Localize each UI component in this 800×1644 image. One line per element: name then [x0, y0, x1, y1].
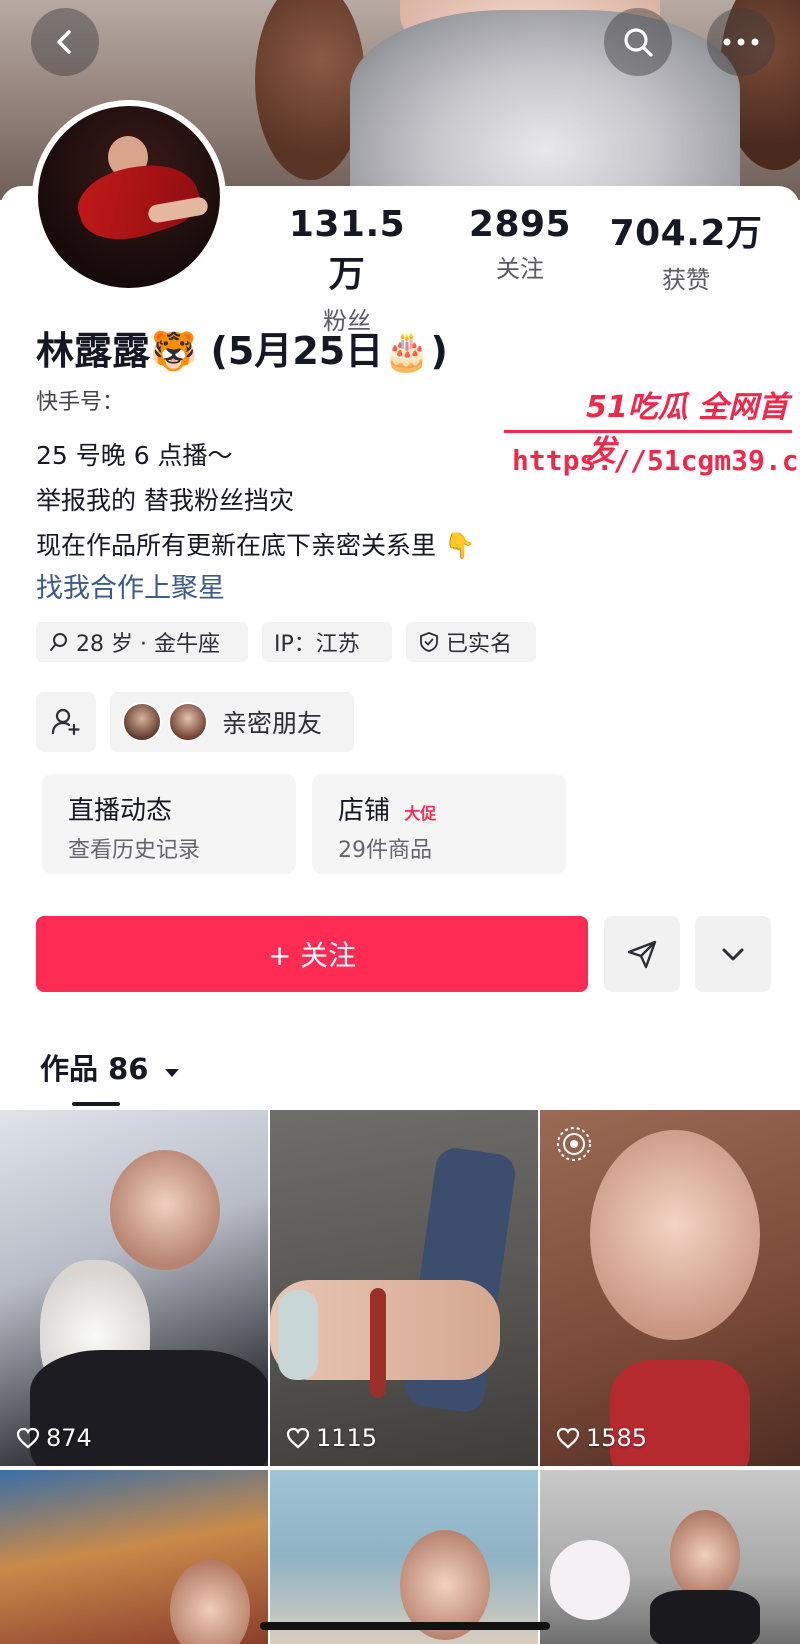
tag-age-label: 28 岁 · 金牛座 — [76, 632, 220, 657]
heart-icon — [556, 1427, 580, 1449]
tag-ip: IP：江苏 — [262, 622, 392, 662]
add-user-icon — [51, 708, 80, 736]
chevron-left-icon — [57, 30, 71, 54]
watermark-url: https://51cgm39.com — [512, 444, 800, 477]
more-button[interactable] — [707, 8, 775, 76]
likes-count: 874 — [46, 1424, 92, 1452]
stat-followers[interactable]: 131.5万 粉丝 — [272, 204, 422, 336]
tag-ip-label: IP：江苏 — [274, 632, 360, 657]
following-label: 关注 — [496, 255, 544, 283]
more-dots-icon — [723, 38, 759, 46]
expand-button[interactable] — [695, 916, 771, 992]
live-history-card[interactable]: 直播动态 查看历史记录 — [42, 774, 296, 874]
tag-age: 28 岁 · 金牛座 — [36, 622, 248, 662]
bio-line: 25 号晚 6 点播～ — [36, 441, 233, 470]
card-subtitle: 29件商品 — [338, 838, 432, 863]
search-icon — [624, 28, 653, 57]
follow-button[interactable]: + 关注 — [36, 916, 588, 992]
send-icon — [627, 940, 657, 969]
card-subtitle: 查看历史记录 — [68, 838, 201, 863]
likes-count: 1115 — [316, 1424, 378, 1452]
follow-label: + 关注 — [267, 939, 357, 972]
video-tile[interactable]: 874 — [0, 1110, 268, 1466]
bio-line: 举报我的 替我粉丝挡灾 — [36, 486, 294, 515]
video-tile[interactable] — [270, 1470, 538, 1644]
stat-likes[interactable]: 704.2万 获赞 — [606, 204, 766, 295]
likes-count: 1585 — [586, 1424, 648, 1452]
watermark-line — [504, 430, 792, 433]
chevron-down-icon — [722, 948, 744, 961]
avatar[interactable] — [32, 100, 226, 294]
caret-down-icon — [164, 1069, 179, 1077]
banner-image-part — [255, 0, 365, 180]
back-button[interactable] — [31, 8, 99, 76]
search-button[interactable] — [604, 8, 672, 76]
card-title: 店铺 大促 — [338, 790, 436, 827]
tab-works[interactable]: 作品 86 — [40, 1046, 181, 1088]
video-tile[interactable] — [540, 1470, 800, 1644]
likes-label: 获赞 — [662, 266, 710, 294]
profile-name: 林露露🐯 (5月25日🎂) — [36, 329, 448, 373]
search-person-icon — [50, 633, 67, 651]
likes-counter: 874 — [16, 1424, 92, 1452]
live-photo-icon — [557, 1127, 591, 1161]
video-tile[interactable]: 1115 — [270, 1110, 538, 1466]
works-tab-label: 作品 86 — [40, 1052, 149, 1086]
avatar-image — [38, 106, 220, 288]
following-count: 2895 — [468, 204, 572, 245]
likes-counter: 1585 — [556, 1424, 647, 1452]
tag-verified-label: 已实名 — [446, 632, 513, 657]
card-title: 直播动态 — [68, 796, 173, 826]
video-tile[interactable] — [0, 1470, 268, 1644]
friend-avatar — [168, 702, 208, 742]
heart-icon — [286, 1427, 310, 1449]
close-friends-label: 亲密朋友 — [222, 709, 323, 738]
collab-link[interactable]: 找我合作上聚星 — [36, 566, 225, 605]
video-tile[interactable]: 1585 — [540, 1110, 800, 1466]
kuaishou-id-label: 快手号： — [36, 390, 125, 415]
tag-verified: 已实名 — [406, 622, 536, 662]
share-button[interactable] — [604, 916, 680, 992]
shield-check-icon — [420, 632, 438, 652]
followers-count: 131.5万 — [288, 204, 406, 295]
friend-avatar — [122, 702, 162, 742]
close-friends-chip[interactable]: 亲密朋友 — [110, 692, 354, 752]
banner-image-part — [350, 10, 740, 200]
shop-card[interactable]: 店铺 大促 29件商品 — [312, 774, 566, 874]
stat-following[interactable]: 2895 关注 — [450, 204, 590, 284]
bio-line: 现在作品所有更新在底下亲密关系里 👇 — [36, 531, 476, 560]
tab-indicator — [72, 1102, 120, 1106]
add-friend-button[interactable] — [36, 692, 96, 752]
promo-badge: 大促 — [404, 804, 437, 823]
heart-icon — [16, 1427, 40, 1449]
home-indicator — [260, 1622, 550, 1630]
shop-title: 店铺 — [338, 796, 391, 826]
likes-count: 704.2万 — [609, 213, 763, 254]
likes-counter: 1115 — [286, 1424, 377, 1452]
